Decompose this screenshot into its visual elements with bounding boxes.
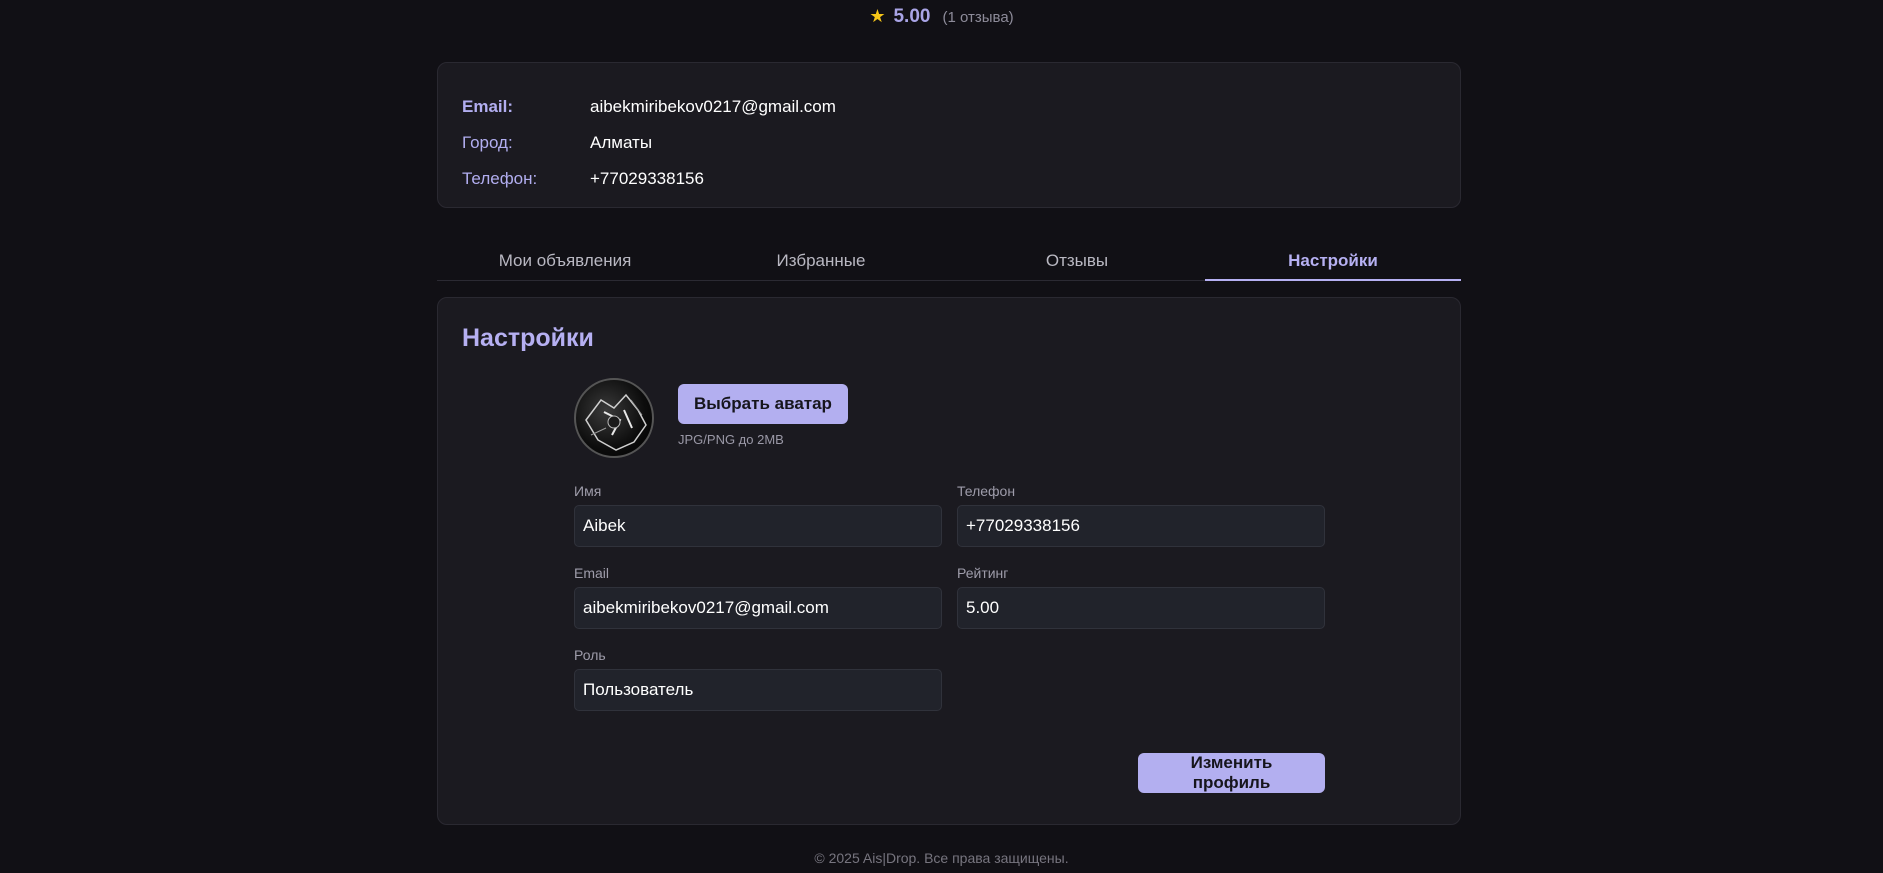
email-label: Email <box>574 565 610 581</box>
rating-label: Рейтинг <box>957 565 1009 581</box>
phone-input[interactable]: +77029338156 <box>957 505 1325 547</box>
role-label: Роль <box>574 647 606 663</box>
avatar-hint: JPG/PNG до 2MB <box>678 432 784 447</box>
info-row-email: Email: aibekmiribekov0217@gmail.com <box>462 89 1436 125</box>
phone-field-group: Телефон +77029338156 <box>957 483 1325 547</box>
edit-profile-button[interactable]: Изменить профиль <box>1138 753 1325 793</box>
info-row-city: Город: Алматы <box>462 125 1436 161</box>
profile-info-card: Email: aibekmiribekov0217@gmail.com Горо… <box>437 62 1461 208</box>
info-value: aibekmiribekov0217@gmail.com <box>590 97 836 116</box>
email-input[interactable]: aibekmiribekov0217@gmail.com <box>574 587 942 629</box>
profile-page: ★ 5.00 (1 отзыва) Email: aibekmiribekov0… <box>0 0 1883 873</box>
info-row-phone: Телефон: +77029338156 <box>462 161 1436 197</box>
settings-title: Настройки <box>462 324 594 352</box>
avatar-section: Выбрать аватар JPG/PNG до 2MB <box>574 378 848 458</box>
rating-summary: ★ 5.00 (1 отзыва) <box>0 6 1883 28</box>
choose-avatar-button[interactable]: Выбрать аватар <box>678 384 848 424</box>
settings-panel: Настройки Выбрать аватар JPG/PNG до 2MB … <box>437 297 1461 825</box>
tab-reviews[interactable]: Отзывы <box>949 244 1205 280</box>
name-field-group: Имя Aibek <box>574 483 942 547</box>
role-field-group: Роль Пользователь <box>574 647 942 711</box>
avatar-image <box>585 393 647 451</box>
info-label: Телефон: <box>462 169 538 188</box>
info-label: Город: <box>462 133 513 152</box>
info-value: Алматы <box>590 133 653 152</box>
tab-favorites[interactable]: Избранные <box>693 244 949 280</box>
email-field-group: Email aibekmiribekov0217@gmail.com <box>574 565 942 629</box>
avatar <box>574 378 654 458</box>
role-input[interactable]: Пользователь <box>574 669 942 711</box>
rating-field-group: Рейтинг 5.00 <box>957 565 1325 629</box>
star-icon: ★ <box>869 6 886 26</box>
footer-copyright: © 2025 Ais|Drop. Все права защищены. <box>814 850 1069 866</box>
tab-my-listings[interactable]: Мои объявления <box>437 244 693 280</box>
name-input[interactable]: Aibek <box>574 505 942 547</box>
rating-input[interactable]: 5.00 <box>957 587 1325 629</box>
name-label: Имя <box>574 483 602 499</box>
info-value: +77029338156 <box>590 169 704 188</box>
tab-settings[interactable]: Настройки <box>1205 244 1461 281</box>
phone-label: Телефон <box>957 483 1016 499</box>
review-count: (1 отзыва) <box>942 9 1014 26</box>
info-label: Email: <box>462 97 514 116</box>
profile-tabs: Мои объявления Избранные Отзывы Настройк… <box>437 244 1461 281</box>
avatar-actions: Выбрать аватар JPG/PNG до 2MB <box>678 378 848 458</box>
rating-value: 5.00 <box>893 6 931 27</box>
